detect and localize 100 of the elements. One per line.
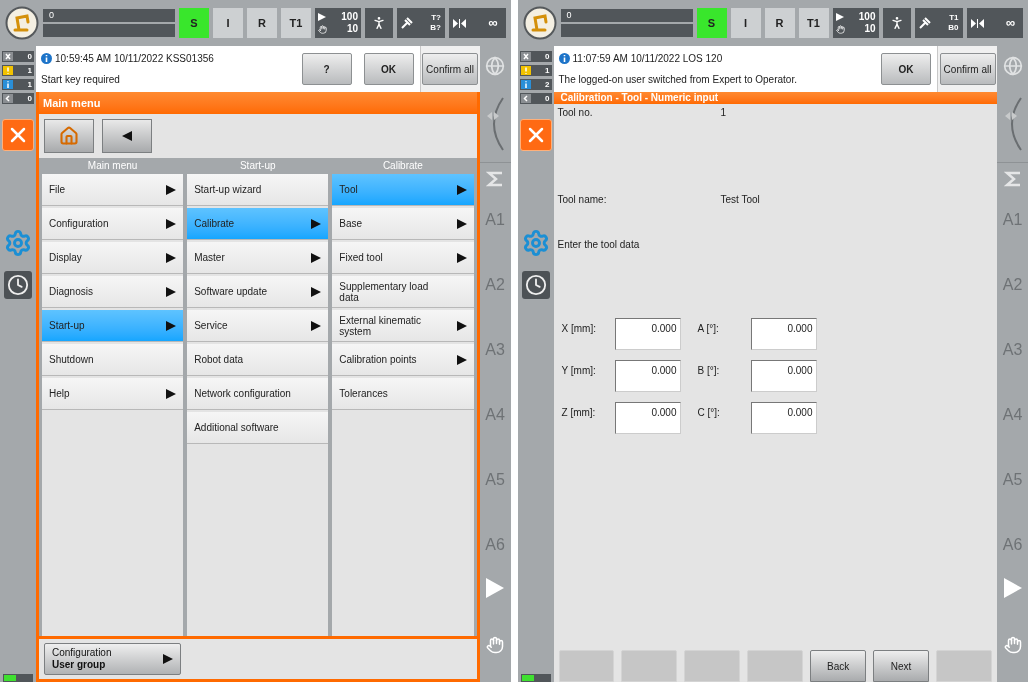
settings-icon[interactable] (521, 229, 550, 257)
tool-number: T1 (949, 13, 959, 23)
mode-button[interactable]: S (696, 8, 727, 38)
message-button[interactable]: ? (301, 53, 352, 85)
tool-base-display[interactable]: T1 B0 (914, 8, 963, 38)
menu-item[interactable]: Tool (332, 174, 474, 206)
menu-item[interactable]: Tolerances (332, 378, 474, 410)
message-counter[interactable]: 0 (519, 93, 552, 104)
info-icon (3, 80, 13, 89)
input-field[interactable]: 0.000 (750, 318, 817, 350)
mode-button[interactable]: I (213, 8, 243, 38)
user-group-button[interactable]: Configuration User group (44, 643, 181, 675)
menu-item[interactable]: Master (187, 242, 329, 274)
override-display[interactable]: 100 10 (832, 8, 879, 38)
menu-item[interactable]: Supplementary load data (332, 276, 474, 308)
menu-item[interactable]: File (42, 174, 184, 206)
run-mode-display[interactable]: ∞ (966, 8, 1023, 38)
message-button[interactable]: OK (881, 53, 931, 85)
mode-button[interactable]: T1 (281, 8, 311, 38)
submenu-arrow-icon (311, 286, 322, 297)
drive-status[interactable] (365, 8, 393, 38)
menu-item[interactable]: Diagnosis (42, 276, 184, 308)
submenu-arrow-icon (166, 286, 177, 297)
override-display[interactable]: 100 10 (315, 8, 361, 38)
robot-logo-icon[interactable] (522, 6, 557, 40)
message-counter[interactable]: 0 (2, 51, 34, 62)
mode-button[interactable]: S (179, 8, 209, 38)
back-button[interactable] (102, 119, 152, 153)
mode-button[interactable]: I (730, 8, 761, 38)
menu-item[interactable]: Calibrate (187, 208, 329, 240)
drive-status[interactable] (882, 8, 911, 38)
settings-icon[interactable] (4, 229, 32, 257)
input-field[interactable]: 0.000 (750, 402, 817, 434)
close-button[interactable] (519, 119, 552, 151)
hand-icon[interactable] (1003, 636, 1022, 654)
input-field[interactable]: 0.000 (614, 360, 681, 392)
counter-value: 0 (27, 92, 32, 105)
menu-item[interactable]: Software update (187, 276, 329, 308)
menu-item[interactable]: Display (42, 242, 184, 274)
mode-button[interactable]: R (247, 8, 277, 38)
submenu-arrow-icon (456, 184, 467, 195)
menu-item[interactable]: Shutdown (42, 344, 184, 376)
close-button[interactable] (2, 119, 34, 151)
menu-item[interactable]: Robot data (187, 344, 329, 376)
menu-item[interactable]: Configuration (42, 208, 184, 240)
submenu-arrow-icon (456, 354, 467, 365)
tool-base-display[interactable]: T? B? (397, 8, 445, 38)
softkey-button[interactable]: Next (873, 650, 930, 682)
menu-item[interactable]: Start-up wizard (187, 174, 329, 206)
message-button[interactable]: OK (363, 53, 414, 85)
field-label: C [°]: (697, 406, 721, 420)
mode-button[interactable]: T1 (798, 8, 829, 38)
robot-logo-icon[interactable] (5, 6, 39, 40)
message-counter[interactable]: 2 (519, 79, 552, 90)
message-counter[interactable]: 1 (519, 65, 552, 76)
panel-title: Calibration - Tool - Numeric input (553, 92, 997, 104)
message-header: 10:59:45 AM 10/11/2022 KSS01356 (55, 52, 214, 66)
globe-icon[interactable] (485, 56, 505, 76)
menu-item[interactable]: Network configuration (187, 378, 329, 410)
submenu-arrow-icon (163, 654, 173, 664)
input-field[interactable]: 0.000 (614, 402, 681, 434)
counter-value: 1 (27, 78, 32, 91)
confirm-all-button[interactable]: Confirm all (422, 53, 478, 85)
menu-item[interactable]: Additional software (187, 412, 329, 444)
menu-item[interactable]: Fixed tool (332, 242, 474, 274)
hand-icon[interactable] (486, 636, 504, 654)
message-counter[interactable]: 1 (2, 79, 34, 90)
input-field[interactable]: 0.000 (614, 318, 681, 350)
message-counter[interactable]: 0 (2, 93, 34, 104)
warning-icon (3, 66, 13, 75)
submenu-arrow-icon (311, 320, 322, 331)
mode-button[interactable]: R (764, 8, 795, 38)
softkey-button[interactable]: Back (810, 650, 867, 682)
clock-icon[interactable] (524, 274, 547, 296)
counter-value: 1 (545, 64, 550, 77)
message-counter[interactable]: 0 (519, 51, 552, 62)
base-number: B0 (948, 23, 959, 33)
program-override: 100 (341, 11, 358, 23)
run-mode-display[interactable]: ∞ (449, 8, 506, 38)
play-icon[interactable] (486, 578, 504, 598)
menu-item[interactable]: Help (42, 378, 184, 410)
message-counter[interactable]: 1 (2, 65, 34, 76)
panel-title: Main menu (39, 92, 477, 114)
home-button[interactable] (44, 119, 94, 153)
menu-item[interactable]: Start-up (42, 310, 184, 342)
globe-icon[interactable] (1002, 56, 1023, 76)
clock-icon[interactable] (7, 274, 29, 296)
menu-item[interactable]: External kinematic system (332, 310, 474, 342)
menu-item[interactable]: Base (332, 208, 474, 240)
menu-item[interactable]: Calibration points (332, 344, 474, 376)
play-icon[interactable] (1003, 578, 1022, 598)
empty-softkey (936, 650, 992, 682)
counter-value: 0 (545, 50, 550, 63)
input-field[interactable]: 0.000 (750, 360, 817, 392)
jog-override: 10 (346, 23, 358, 35)
confirm-all-button[interactable]: Confirm all (939, 53, 996, 85)
info-icon (520, 80, 531, 89)
menu-item[interactable]: Service (187, 310, 329, 342)
prompt-text: Enter the tool data (557, 238, 641, 252)
field-label: Y [mm]: (561, 364, 597, 378)
